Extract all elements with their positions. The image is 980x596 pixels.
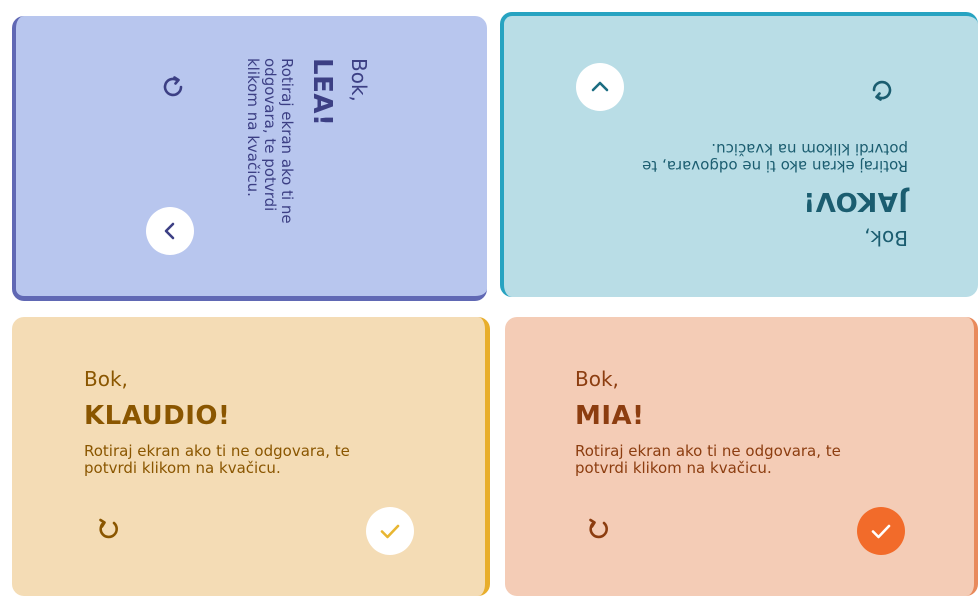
chevron-icon (591, 81, 609, 92)
rotate-button[interactable] (92, 513, 124, 545)
greeting-text: Bok, (575, 367, 619, 391)
player-name: LEA! (307, 58, 337, 127)
confirm-button[interactable] (366, 507, 414, 555)
instruction-text: Rotiraj ekran ako ti ne odgovara, te pot… (642, 140, 908, 175)
rotate-button[interactable] (866, 74, 898, 106)
player-card-mia: Bok, MIA! Rotiraj ekran ako ti ne odgova… (505, 317, 978, 596)
greeting-text: Bok, (84, 367, 128, 391)
rotate-button[interactable] (582, 513, 614, 545)
instruction-text: Rotiraj ekran ako ti ne odgovara, te pot… (244, 58, 296, 224)
checkmark-icon (871, 524, 891, 539)
confirm-button[interactable] (146, 207, 194, 255)
greeting-text: Bok, (864, 226, 908, 250)
rotate-icon (163, 76, 183, 97)
rotate-icon (589, 518, 608, 539)
confirm-button[interactable] (857, 507, 905, 555)
instruction-text: Rotiraj ekran ako ti ne odgovara, te pot… (575, 442, 841, 477)
card-content: Bok, LEA! Rotiraj ekran ako ti ne odgova… (244, 58, 371, 296)
player-card-klaudio: Bok, KLAUDIO! Rotiraj ekran ako ti ne od… (12, 317, 490, 596)
player-name: JAKOV! (802, 186, 908, 216)
greeting-text: Bok, (347, 58, 371, 102)
checkmark-icon (380, 524, 400, 539)
player-name: MIA! (575, 401, 645, 431)
chevron-icon (164, 222, 175, 240)
card-content: Bok, JAKOV! Rotiraj ekran ako ti ne odgo… (598, 140, 908, 250)
rotate-icon (99, 518, 118, 539)
rotate-icon (872, 80, 892, 101)
player-name: KLAUDIO! (84, 401, 231, 431)
card-content: Bok, KLAUDIO! Rotiraj ekran ako ti ne od… (84, 367, 394, 477)
player-card-lea: Bok, LEA! Rotiraj ekran ako ti ne odgova… (12, 16, 487, 301)
confirm-button[interactable] (576, 63, 624, 111)
instruction-text: Rotiraj ekran ako ti ne odgovara, te pot… (84, 442, 350, 477)
rotate-button[interactable] (156, 70, 190, 104)
card-content: Bok, MIA! Rotiraj ekran ako ti ne odgova… (575, 367, 885, 477)
player-card-jakov: Bok, JAKOV! Rotiraj ekran ako ti ne odgo… (500, 12, 978, 297)
